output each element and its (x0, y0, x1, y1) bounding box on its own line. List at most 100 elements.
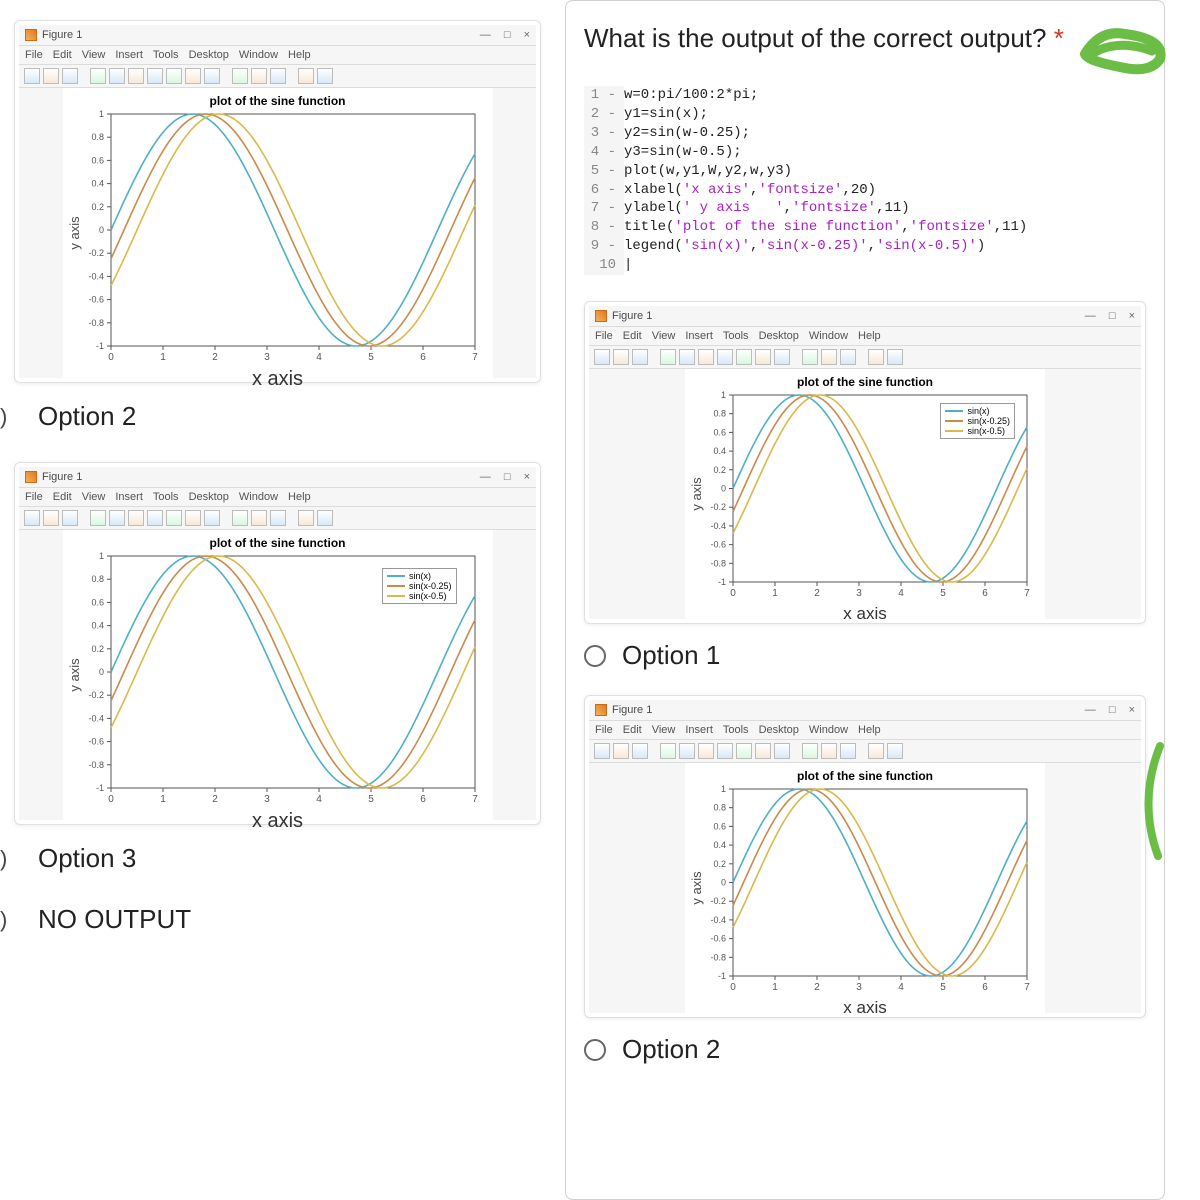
menu-insert[interactable]: Insert (115, 491, 143, 503)
toolbar-icon[interactable] (81, 510, 87, 526)
toolbar-icon[interactable] (166, 510, 182, 526)
toolbar-icon[interactable] (821, 349, 837, 365)
toolbar-icon[interactable] (613, 349, 629, 365)
radio-paren-icon[interactable]: ) (0, 406, 22, 428)
toolbar-icon[interactable] (613, 743, 629, 759)
toolbar-icon[interactable] (736, 743, 752, 759)
menu-insert[interactable]: Insert (115, 49, 143, 61)
menu-edit[interactable]: Edit (53, 491, 72, 503)
menu-help[interactable]: Help (858, 330, 881, 342)
close-icon[interactable]: × (1129, 310, 1135, 322)
minimize-icon[interactable]: — (480, 29, 491, 41)
menu-window[interactable]: Window (809, 724, 848, 736)
menu-help[interactable]: Help (288, 49, 311, 61)
toolbar-icon[interactable] (868, 349, 884, 365)
toolbar-icon[interactable] (270, 68, 286, 84)
toolbar[interactable] (19, 507, 536, 530)
option-3-row[interactable]: ) Option 3 (0, 843, 555, 874)
toolbar-icon[interactable] (147, 68, 163, 84)
toolbar-icon[interactable] (128, 68, 144, 84)
toolbar[interactable] (589, 346, 1141, 369)
toolbar-icon[interactable] (887, 349, 903, 365)
radio-icon[interactable] (584, 645, 606, 667)
option-2-row[interactable]: ) Option 2 (0, 401, 555, 432)
toolbar-icon[interactable] (868, 743, 884, 759)
toolbar-icon[interactable] (90, 68, 106, 84)
toolbar-icon[interactable] (679, 743, 695, 759)
menu-edit[interactable]: Edit (623, 724, 642, 736)
menu-tools[interactable]: Tools (153, 491, 179, 503)
close-icon[interactable]: × (524, 471, 530, 483)
minimize-icon[interactable]: — (1085, 704, 1096, 716)
menu-view[interactable]: View (82, 49, 106, 61)
toolbar-icon[interactable] (270, 510, 286, 526)
toolbar-icon[interactable] (223, 68, 229, 84)
toolbar-icon[interactable] (887, 743, 903, 759)
menu-tools[interactable]: Tools (723, 724, 749, 736)
option-1-row[interactable]: Option 1 (584, 640, 1146, 671)
toolbar-icon[interactable] (793, 349, 799, 365)
toolbar-icon[interactable] (24, 68, 40, 84)
toolbar-icon[interactable] (698, 743, 714, 759)
menu-window[interactable]: Window (239, 49, 278, 61)
menu-desktop[interactable]: Desktop (759, 724, 799, 736)
maximize-icon[interactable]: □ (1109, 704, 1116, 716)
toolbar-icon[interactable] (90, 510, 106, 526)
toolbar-icon[interactable] (717, 349, 733, 365)
maximize-icon[interactable]: □ (1109, 310, 1116, 322)
minimize-icon[interactable]: — (1085, 310, 1096, 322)
menu-help[interactable]: Help (288, 491, 311, 503)
menubar[interactable]: FileEditViewInsertToolsDesktopWindowHelp (19, 46, 536, 65)
menubar[interactable]: FileEditViewInsertToolsDesktopWindowHelp (589, 721, 1141, 740)
toolbar-icon[interactable] (289, 510, 295, 526)
toolbar-icon[interactable] (859, 743, 865, 759)
menu-view[interactable]: View (652, 330, 676, 342)
menu-view[interactable]: View (82, 491, 106, 503)
toolbar-icon[interactable] (821, 743, 837, 759)
menu-tools[interactable]: Tools (153, 49, 179, 61)
toolbar-icon[interactable] (793, 743, 799, 759)
menu-view[interactable]: View (652, 724, 676, 736)
toolbar-icon[interactable] (109, 510, 125, 526)
toolbar-icon[interactable] (109, 68, 125, 84)
window-controls[interactable]: — □ × (470, 471, 530, 483)
menubar[interactable]: FileEditViewInsertToolsDesktopWindowHelp (589, 327, 1141, 346)
menu-file[interactable]: File (25, 49, 43, 61)
toolbar-icon[interactable] (651, 743, 657, 759)
toolbar-icon[interactable] (840, 743, 856, 759)
toolbar-icon[interactable] (317, 68, 333, 84)
window-controls[interactable]: — □ × (470, 29, 530, 41)
menu-window[interactable]: Window (239, 491, 278, 503)
menu-window[interactable]: Window (809, 330, 848, 342)
menu-help[interactable]: Help (858, 724, 881, 736)
menu-edit[interactable]: Edit (623, 330, 642, 342)
toolbar-icon[interactable] (232, 510, 248, 526)
menu-file[interactable]: File (595, 724, 613, 736)
menu-tools[interactable]: Tools (723, 330, 749, 342)
toolbar-icon[interactable] (204, 510, 220, 526)
toolbar-icon[interactable] (859, 349, 865, 365)
radio-paren-icon[interactable]: ) (0, 848, 22, 870)
menu-desktop[interactable]: Desktop (759, 330, 799, 342)
toolbar-icon[interactable] (251, 68, 267, 84)
toolbar-icon[interactable] (232, 68, 248, 84)
close-icon[interactable]: × (1129, 704, 1135, 716)
toolbar-icon[interactable] (632, 743, 648, 759)
minimize-icon[interactable]: — (480, 471, 491, 483)
close-icon[interactable]: × (524, 29, 530, 41)
toolbar-icon[interactable] (298, 68, 314, 84)
toolbar-icon[interactable] (62, 68, 78, 84)
toolbar[interactable] (19, 65, 536, 88)
toolbar-icon[interactable] (147, 510, 163, 526)
toolbar-icon[interactable] (62, 510, 78, 526)
toolbar-icon[interactable] (43, 68, 59, 84)
toolbar-icon[interactable] (660, 349, 676, 365)
toolbar-icon[interactable] (698, 349, 714, 365)
toolbar-icon[interactable] (81, 68, 87, 84)
toolbar-icon[interactable] (185, 510, 201, 526)
toolbar-icon[interactable] (594, 743, 610, 759)
maximize-icon[interactable]: □ (504, 29, 511, 41)
toolbar-icon[interactable] (298, 510, 314, 526)
menubar[interactable]: FileEditViewInsertToolsDesktopWindowHelp (19, 488, 536, 507)
toolbar-icon[interactable] (594, 349, 610, 365)
